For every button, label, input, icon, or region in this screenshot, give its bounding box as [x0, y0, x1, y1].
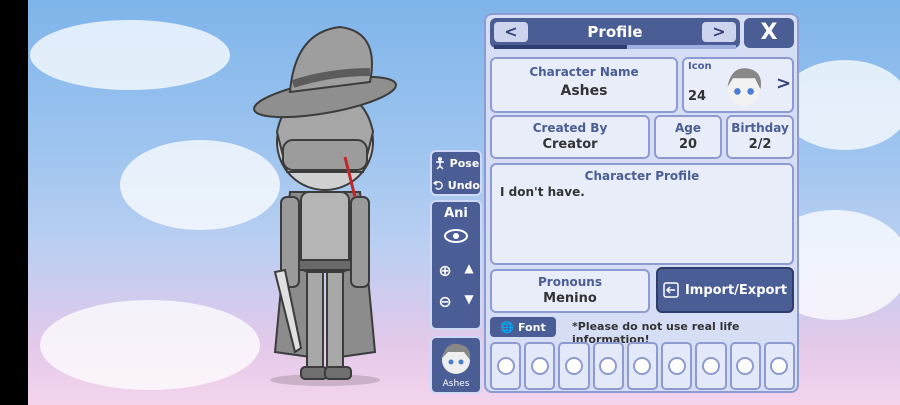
ani-button[interactable]: Ani: [432, 206, 480, 221]
globe-icon: 🌐: [500, 320, 514, 334]
created-by-value: Creator: [542, 137, 598, 152]
pose-undo-group: Pose Undo: [430, 150, 482, 196]
category-bar: [490, 342, 795, 390]
created-by-label: Created By: [532, 121, 608, 135]
category-body[interactable]: [524, 342, 556, 390]
birthday-value: 2/2: [748, 137, 772, 152]
import-export-label: Import/Export: [684, 282, 788, 298]
age-value: 20: [678, 137, 698, 152]
age-card[interactable]: Age 20: [654, 115, 722, 159]
zoom-out-icon[interactable]: ⊖: [438, 292, 451, 311]
zoom-controls: ⊕ ▲: [432, 261, 480, 280]
page-progress-bar: [494, 45, 736, 49]
left-black-bar: [0, 0, 28, 405]
undo-button[interactable]: Undo: [432, 174, 480, 196]
pose-label: Pose: [449, 156, 480, 170]
birthday-card[interactable]: Birthday 2/2: [726, 115, 794, 159]
character-profile-text: I don't have.: [500, 185, 585, 199]
close-button[interactable]: X: [744, 18, 794, 48]
cloud: [30, 20, 230, 90]
character-sprite[interactable]: [235, 22, 415, 392]
character-profile-label: Character Profile: [584, 169, 700, 183]
character-name-value: Ashes: [560, 83, 608, 99]
character-name-label: Character Name: [529, 65, 639, 79]
category-presets[interactable]: [490, 342, 522, 390]
pose-button[interactable]: Pose: [432, 152, 480, 174]
prev-button[interactable]: <: [494, 22, 528, 42]
category-bottom[interactable]: [695, 342, 727, 390]
pose-icon: [435, 157, 444, 170]
zoom-controls-lower: ⊖ ▼: [432, 292, 480, 311]
icon-number: 24: [688, 89, 707, 104]
character-profile-card[interactable]: Character Profile I don't have.: [490, 163, 794, 265]
pronouns-card[interactable]: Pronouns Menino: [490, 269, 650, 313]
chevron-up-icon[interactable]: ▲: [464, 261, 473, 280]
undo-label: Undo: [447, 178, 480, 192]
eye-icon[interactable]: [444, 229, 468, 243]
undo-icon: [432, 180, 443, 190]
import-export-button[interactable]: Import/Export: [656, 267, 794, 313]
icon-card[interactable]: Icon 24 >: [682, 57, 794, 113]
next-button[interactable]: >: [702, 22, 736, 42]
pronouns-value: Menino: [543, 291, 597, 306]
category-top[interactable]: [661, 342, 693, 390]
profile-topbar: Profile < >: [490, 18, 740, 49]
zoom-in-icon[interactable]: ⊕: [438, 261, 451, 280]
ani-panel: Ani ⊕ ▲ ⊖ ▼: [430, 200, 482, 330]
character-face-thumb: [442, 343, 471, 374]
cloud: [40, 300, 260, 390]
birthday-label: Birthday: [731, 121, 789, 135]
character-name-card[interactable]: Character Name Ashes: [490, 57, 678, 113]
pronouns-label: Pronouns: [538, 275, 602, 289]
category-face[interactable]: [592, 342, 624, 390]
font-button[interactable]: 🌐 Font: [490, 317, 556, 337]
category-hair[interactable]: [558, 342, 590, 390]
thumbnail-name: Ashes: [442, 379, 470, 389]
icon-label: Icon: [688, 61, 712, 72]
created-by-card[interactable]: Created By Creator: [490, 115, 650, 159]
category-more[interactable]: [763, 342, 795, 390]
character-face-icon: [727, 68, 762, 106]
icon-next-button[interactable]: >: [776, 73, 791, 94]
font-label: Font: [517, 320, 546, 334]
import-export-icon: [663, 282, 679, 298]
chevron-down-icon[interactable]: ▼: [464, 292, 473, 311]
profile-panel: Profile < > X Character Name Ashes Icon …: [484, 13, 799, 393]
category-accessory[interactable]: [729, 342, 761, 390]
age-label: Age: [674, 121, 701, 135]
character-thumbnail[interactable]: Ashes: [430, 336, 482, 394]
category-hat[interactable]: [626, 342, 659, 390]
